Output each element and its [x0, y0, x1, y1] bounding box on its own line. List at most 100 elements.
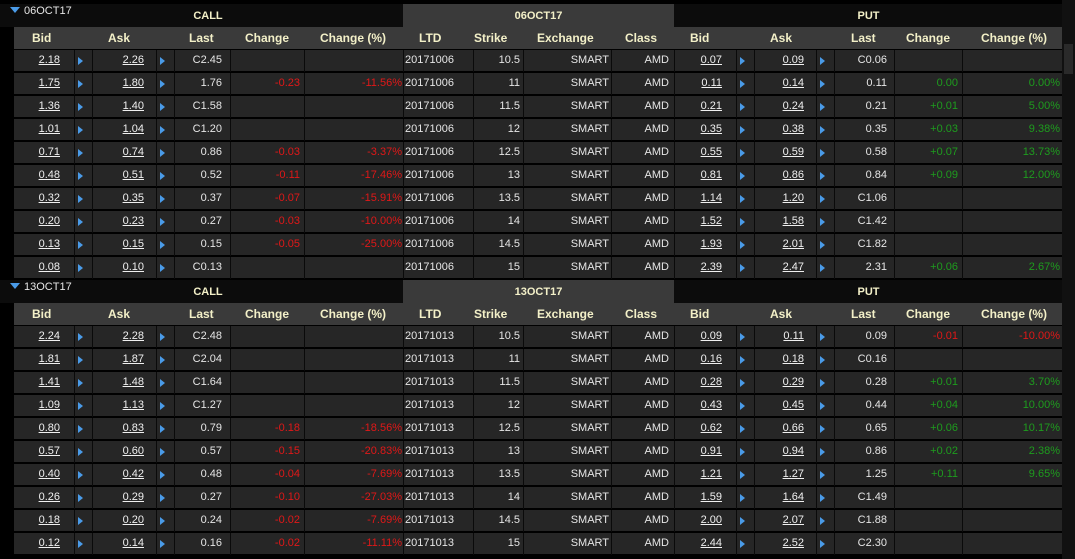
col-header-put-last[interactable]: Last: [851, 27, 876, 49]
call-ask-cell[interactable]: 1.87: [92, 349, 146, 370]
order-arrow-icon[interactable]: [78, 57, 83, 65]
col-header-call-bid[interactable]: Bid: [32, 27, 51, 49]
order-arrow-icon[interactable]: [78, 494, 83, 502]
call-ask-cell[interactable]: 0.35: [92, 188, 146, 209]
order-arrow-icon[interactable]: [740, 241, 745, 249]
order-arrow-icon[interactable]: [160, 425, 165, 433]
call-bid-cell[interactable]: 1.36: [14, 96, 64, 117]
put-bid-cell[interactable]: 2.44: [674, 533, 724, 554]
call-bid-cell[interactable]: 0.13: [14, 234, 64, 255]
order-arrow-icon[interactable]: [820, 80, 825, 88]
col-header-call-change-pct[interactable]: Change (%): [320, 303, 386, 325]
put-bid-cell[interactable]: 0.09: [674, 326, 724, 347]
put-bid-cell[interactable]: 0.43: [674, 395, 724, 416]
col-header-call-ask[interactable]: Ask: [108, 27, 130, 49]
put-bid-cell[interactable]: 0.11: [674, 73, 724, 94]
order-arrow-icon[interactable]: [740, 149, 745, 157]
order-arrow-icon[interactable]: [740, 57, 745, 65]
call-ask-cell[interactable]: 1.48: [92, 372, 146, 393]
call-bid-cell[interactable]: 1.41: [14, 372, 64, 393]
order-arrow-icon[interactable]: [740, 172, 745, 180]
put-bid-cell[interactable]: 0.16: [674, 349, 724, 370]
put-ask-cell[interactable]: 0.86: [754, 165, 808, 186]
order-arrow-icon[interactable]: [740, 333, 745, 341]
order-arrow-icon[interactable]: [160, 402, 165, 410]
order-arrow-icon[interactable]: [160, 172, 165, 180]
col-header-put-change-pct[interactable]: Change (%): [981, 303, 1047, 325]
order-arrow-icon[interactable]: [160, 218, 165, 226]
col-header-ltd[interactable]: LTD: [419, 303, 441, 325]
put-bid-cell[interactable]: 1.59: [674, 487, 724, 508]
order-arrow-icon[interactable]: [740, 80, 745, 88]
order-arrow-icon[interactable]: [820, 218, 825, 226]
order-arrow-icon[interactable]: [160, 379, 165, 387]
order-arrow-icon[interactable]: [78, 471, 83, 479]
order-arrow-icon[interactable]: [78, 379, 83, 387]
order-arrow-icon[interactable]: [820, 494, 825, 502]
put-ask-cell[interactable]: 0.94: [754, 441, 808, 462]
put-ask-cell[interactable]: 0.24: [754, 96, 808, 117]
order-arrow-icon[interactable]: [78, 517, 83, 525]
put-ask-cell[interactable]: 0.45: [754, 395, 808, 416]
order-arrow-icon[interactable]: [78, 126, 83, 134]
call-bid-cell[interactable]: 1.75: [14, 73, 64, 94]
put-ask-cell[interactable]: 0.29: [754, 372, 808, 393]
call-ask-cell[interactable]: 0.14: [92, 533, 146, 554]
put-bid-cell[interactable]: 1.21: [674, 464, 724, 485]
col-header-put-change[interactable]: Change: [906, 27, 950, 49]
order-arrow-icon[interactable]: [160, 356, 165, 364]
order-arrow-icon[interactable]: [820, 448, 825, 456]
col-header-put-bid[interactable]: Bid: [690, 27, 709, 49]
call-ask-cell[interactable]: 1.80: [92, 73, 146, 94]
order-arrow-icon[interactable]: [740, 517, 745, 525]
order-arrow-icon[interactable]: [160, 494, 165, 502]
put-bid-cell[interactable]: 1.14: [674, 188, 724, 209]
call-ask-cell[interactable]: 1.04: [92, 119, 146, 140]
put-bid-cell[interactable]: 0.35: [674, 119, 724, 140]
order-arrow-icon[interactable]: [160, 264, 165, 272]
put-ask-cell[interactable]: 0.14: [754, 73, 808, 94]
order-arrow-icon[interactable]: [160, 471, 165, 479]
order-arrow-icon[interactable]: [740, 379, 745, 387]
col-header-exchange[interactable]: Exchange: [537, 303, 594, 325]
put-ask-cell[interactable]: 2.01: [754, 234, 808, 255]
order-arrow-icon[interactable]: [820, 333, 825, 341]
col-header-call-bid[interactable]: Bid: [32, 303, 51, 325]
call-ask-cell[interactable]: 1.40: [92, 96, 146, 117]
order-arrow-icon[interactable]: [160, 448, 165, 456]
order-arrow-icon[interactable]: [740, 126, 745, 134]
order-arrow-icon[interactable]: [820, 356, 825, 364]
order-arrow-icon[interactable]: [820, 471, 825, 479]
order-arrow-icon[interactable]: [78, 402, 83, 410]
put-ask-cell[interactable]: 0.38: [754, 119, 808, 140]
call-ask-cell[interactable]: 0.51: [92, 165, 146, 186]
order-arrow-icon[interactable]: [820, 126, 825, 134]
order-arrow-icon[interactable]: [740, 448, 745, 456]
put-ask-cell[interactable]: 2.52: [754, 533, 808, 554]
call-ask-cell[interactable]: 1.13: [92, 395, 146, 416]
order-arrow-icon[interactable]: [820, 57, 825, 65]
order-arrow-icon[interactable]: [78, 172, 83, 180]
col-header-put-bid[interactable]: Bid: [690, 303, 709, 325]
col-header-exchange[interactable]: Exchange: [537, 27, 594, 49]
order-arrow-icon[interactable]: [820, 103, 825, 111]
call-bid-cell[interactable]: 0.20: [14, 211, 64, 232]
order-arrow-icon[interactable]: [160, 333, 165, 341]
col-header-call-ask[interactable]: Ask: [108, 303, 130, 325]
put-bid-cell[interactable]: 1.52: [674, 211, 724, 232]
order-arrow-icon[interactable]: [78, 333, 83, 341]
call-bid-cell[interactable]: 0.32: [14, 188, 64, 209]
order-arrow-icon[interactable]: [160, 126, 165, 134]
call-bid-cell[interactable]: 0.48: [14, 165, 64, 186]
call-bid-cell[interactable]: 1.09: [14, 395, 64, 416]
call-ask-cell[interactable]: 2.26: [92, 50, 146, 71]
put-bid-cell[interactable]: 2.39: [674, 257, 724, 278]
order-arrow-icon[interactable]: [78, 448, 83, 456]
put-ask-cell[interactable]: 0.59: [754, 142, 808, 163]
order-arrow-icon[interactable]: [160, 149, 165, 157]
call-bid-cell[interactable]: 2.24: [14, 326, 64, 347]
order-arrow-icon[interactable]: [820, 241, 825, 249]
order-arrow-icon[interactable]: [78, 241, 83, 249]
order-arrow-icon[interactable]: [740, 540, 745, 548]
put-ask-cell[interactable]: 0.11: [754, 326, 808, 347]
